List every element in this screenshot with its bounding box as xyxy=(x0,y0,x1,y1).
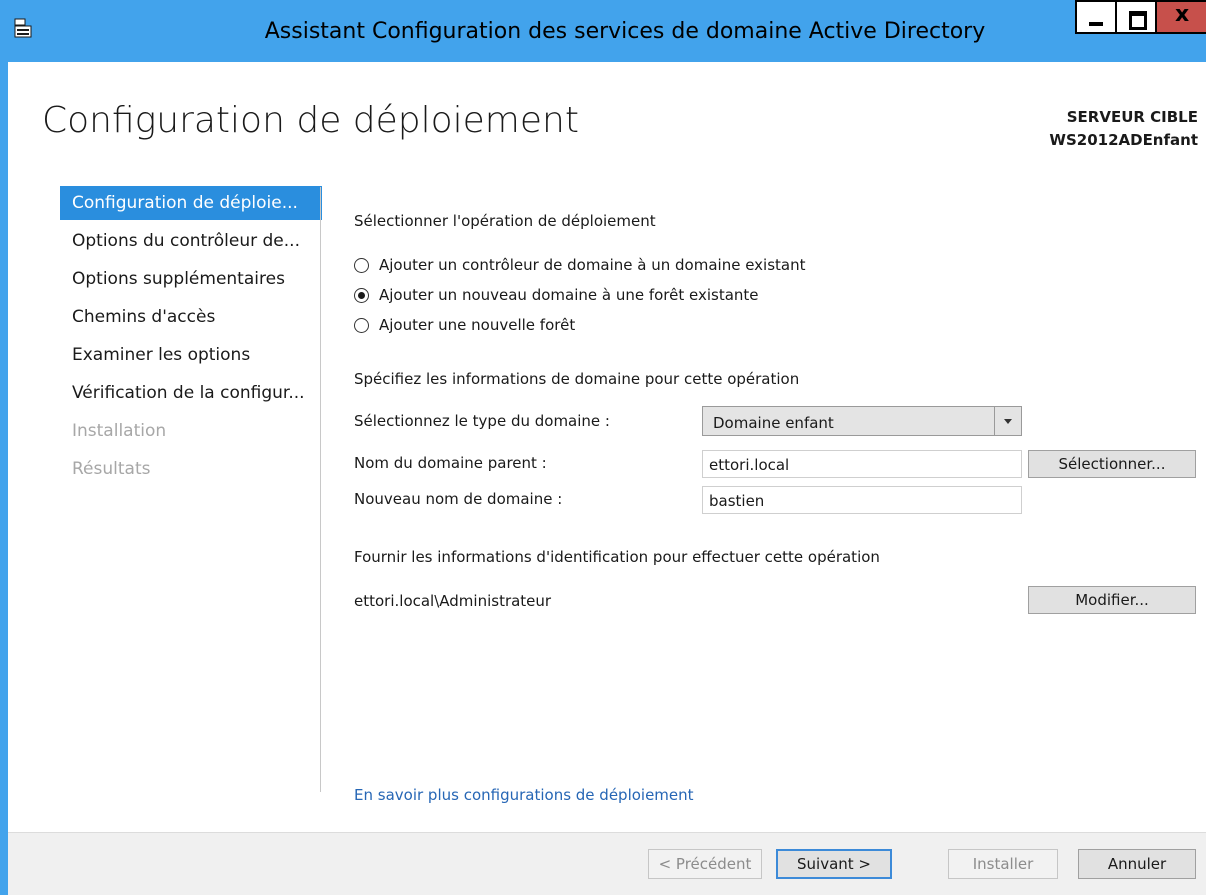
domain-type-select[interactable]: Domaine enfant xyxy=(702,406,1022,436)
domain-type-value: Domaine enfant xyxy=(713,414,834,432)
target-server-name: WS2012ADEnfant xyxy=(1049,131,1198,149)
radio-label: Ajouter un contrôleur de domaine à un do… xyxy=(379,256,806,274)
target-server-label: SERVEUR CIBLE xyxy=(1066,108,1198,126)
radio-button[interactable] xyxy=(354,257,369,273)
credentials-heading: Fournir les informations d'identificatio… xyxy=(354,548,880,566)
parent-domain-label: Nom du domaine parent : xyxy=(354,454,547,472)
radio-add-new-forest[interactable]: Ajouter une nouvelle forêt xyxy=(354,316,575,334)
domain-type-label: Sélectionnez le type du domaine : xyxy=(354,412,610,430)
radio-label: Ajouter un nouveau domaine à une forêt e… xyxy=(379,286,759,304)
wizard-footer: < Précédent Suivant > Installer Annuler xyxy=(8,832,1206,895)
maximize-icon xyxy=(1129,11,1147,30)
nav-item-dc-options[interactable]: Options du contrôleur de... xyxy=(60,224,322,262)
maximize-button[interactable] xyxy=(1115,0,1157,34)
previous-button[interactable]: < Précédent xyxy=(648,849,762,879)
credentials-value: ettori.local\Administrateur xyxy=(354,592,552,610)
target-server: SERVEUR CIBLE WS2012ADEnfant xyxy=(1049,106,1198,152)
radio-add-domain-existing-forest[interactable]: Ajouter un nouveau domaine à une forêt e… xyxy=(354,286,759,304)
new-domain-label: Nouveau nom de domaine : xyxy=(354,490,563,508)
learn-more-link[interactable]: En savoir plus configurations de déploie… xyxy=(354,786,694,804)
window-title: Assistant Configuration des services de … xyxy=(264,19,986,44)
nav-item-paths[interactable]: Chemins d'accès xyxy=(60,300,322,338)
nav-item-deployment-configuration[interactable]: Configuration de déploie... xyxy=(60,186,322,220)
domain-info-heading: Spécifiez les informations de domaine po… xyxy=(354,370,800,388)
new-domain-input[interactable]: bastien xyxy=(702,486,1022,514)
wizard-client-area: Configuration de déploiement SERVEUR CIB… xyxy=(8,62,1206,895)
nav-item-additional-options[interactable]: Options supplémentaires xyxy=(60,262,322,300)
minimize-button[interactable] xyxy=(1075,0,1117,34)
modify-credentials-button[interactable]: Modifier... xyxy=(1028,586,1196,614)
select-domain-button[interactable]: Sélectionner... xyxy=(1028,450,1196,478)
operation-heading: Sélectionner l'opération de déploiement xyxy=(354,212,656,230)
radio-button[interactable] xyxy=(354,317,369,333)
next-button[interactable]: Suivant > xyxy=(776,849,892,879)
nav-item-review-options[interactable]: Examiner les options xyxy=(60,338,322,376)
page-title: Configuration de déploiement xyxy=(42,100,579,141)
cancel-button[interactable]: Annuler xyxy=(1078,849,1196,879)
radio-button-checked[interactable] xyxy=(354,287,369,303)
close-button[interactable]: x xyxy=(1155,0,1206,34)
parent-domain-input[interactable]: ettori.local xyxy=(702,450,1022,478)
minimize-icon xyxy=(1089,22,1103,26)
nav-item-results: Résultats xyxy=(72,459,151,479)
nav-divider xyxy=(320,187,321,792)
chevron-down-icon[interactable] xyxy=(994,407,1021,435)
nav-item-installation: Installation xyxy=(72,421,167,441)
radio-label: Ajouter une nouvelle forêt xyxy=(379,316,576,334)
radio-add-dc-existing-domain[interactable]: Ajouter un contrôleur de domaine à un do… xyxy=(354,256,806,274)
wizard-nav: Configuration de déploie... Options du c… xyxy=(60,186,322,490)
wizard-window: Assistant Configuration des services de … xyxy=(0,0,1206,895)
install-button[interactable]: Installer xyxy=(948,849,1058,879)
close-icon: x xyxy=(1175,2,1190,27)
nav-item-prerequisites-check[interactable]: Vérification de la configur... xyxy=(60,376,322,414)
title-bar[interactable]: Assistant Configuration des services de … xyxy=(0,0,1206,62)
window-controls: x xyxy=(1075,0,1206,40)
